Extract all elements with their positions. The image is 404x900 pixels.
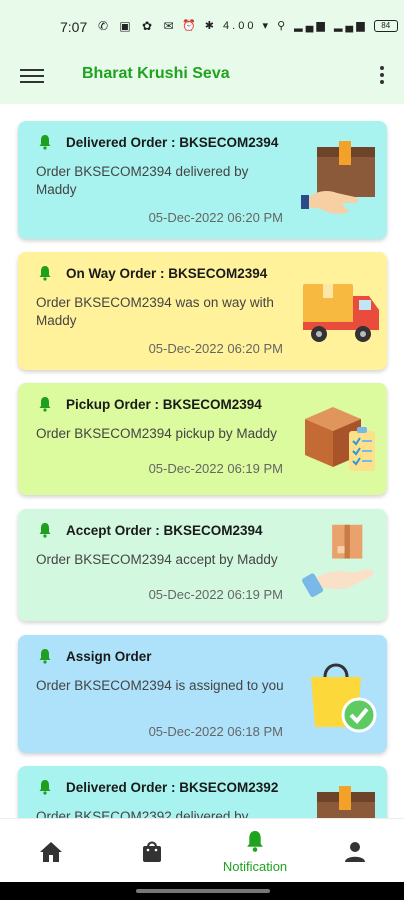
nav-home[interactable] (26, 819, 76, 883)
nav-orders[interactable] (127, 819, 177, 883)
bell-icon (39, 649, 51, 664)
status-bar: 7:07 ✆ ▣ ✿ ✉ • ⏰ ✱ 4.00 ▾ ⚲ ▂▄▆ ▂▄▆ 84 (0, 0, 404, 50)
notification-date: 05-Dec-2022 06:18 PM (148, 724, 283, 739)
system-icons: ⏰ ✱ 4.00 ▾ ⚲ ▂▄▆ ▂▄▆ 84 (182, 19, 398, 33)
notification-message: Order BKSECOM2392 delivered by (36, 809, 249, 818)
box-checklist-icon (305, 407, 375, 471)
notification-message: Order BKSECOM2394 pickup by Maddy (36, 426, 277, 441)
bottom-nav: Notification (0, 818, 404, 882)
notification-icons: ✆ ▣ ✿ ✉ • (98, 19, 194, 33)
status-time: 7:07 (60, 19, 88, 35)
notification-card[interactable]: Delivered Order : BKSECOM2394 Order BKSE… (18, 121, 387, 239)
bell-icon (39, 135, 51, 150)
shopping-bag-check-icon (311, 663, 377, 733)
nav-profile[interactable] (330, 819, 380, 883)
bell-icon (39, 780, 51, 795)
bell-icon (39, 523, 51, 538)
app-title: Bharat Krushi Seva (82, 65, 230, 82)
system-icons-text: ⏰ ✱ 4.00 ▾ ⚲ ▂▄▆ ▂▄▆ (182, 20, 368, 32)
notification-list[interactable]: Delivered Order : BKSECOM2394 Order BKSE… (0, 104, 404, 818)
hamburger-icon[interactable] (20, 66, 44, 86)
nav-notification[interactable]: Notification (210, 819, 300, 883)
bell-icon (39, 266, 51, 281)
bell-icon (39, 397, 51, 412)
notification-title: Pickup Order : BKSECOM2394 (66, 397, 262, 412)
notification-title: Accept Order : BKSECOM2394 (66, 523, 263, 538)
battery-icon: 84 (373, 20, 398, 33)
notification-card[interactable]: Assign Order Order BKSECOM2394 is assign… (18, 635, 387, 753)
notification-message: Order BKSECOM2394 was on way with Maddy (36, 295, 274, 328)
package-delivered-icon (301, 141, 375, 214)
notification-title: Delivered Order : BKSECOM2392 (66, 780, 279, 795)
notification-message: Order BKSECOM2394 delivered by Maddy (36, 164, 249, 197)
notification-title: Delivered Order : BKSECOM2394 (66, 135, 279, 150)
hand-package-icon (302, 524, 374, 598)
more-vert-icon[interactable] (378, 63, 386, 87)
nav-notification-label: Notification (222, 859, 288, 874)
bell-icon (247, 831, 263, 852)
notification-card[interactable]: Accept Order : BKSECOM2394 Order BKSECOM… (18, 509, 387, 621)
app-bar: Bharat Krushi Seva (0, 50, 404, 104)
notification-title: Assign Order (66, 649, 152, 664)
notification-date: 05-Dec-2022 06:20 PM (148, 341, 283, 356)
notification-date: 05-Dec-2022 06:20 PM (148, 210, 283, 225)
package-delivered-icon (317, 786, 375, 818)
notification-message: Order BKSECOM2394 is assigned to you (36, 678, 284, 693)
notification-date: 05-Dec-2022 06:19 PM (148, 461, 283, 476)
notification-date: 05-Dec-2022 06:19 PM (148, 587, 283, 602)
person-icon (345, 842, 365, 862)
shopping-bag-icon (143, 841, 161, 862)
notification-card[interactable]: Delivered Order : BKSECOM2392 Order BKSE… (18, 766, 387, 818)
notification-message: Order BKSECOM2394 accept by Maddy (36, 552, 278, 567)
notification-card[interactable]: On Way Order : BKSECOM2394 Order BKSECOM… (18, 252, 387, 370)
home-icon (40, 842, 62, 862)
gesture-bar[interactable] (0, 882, 404, 900)
delivery-truck-icon (303, 284, 379, 342)
notification-card[interactable]: Pickup Order : BKSECOM2394 Order BKSECOM… (18, 383, 387, 495)
notification-title: On Way Order : BKSECOM2394 (66, 266, 268, 281)
